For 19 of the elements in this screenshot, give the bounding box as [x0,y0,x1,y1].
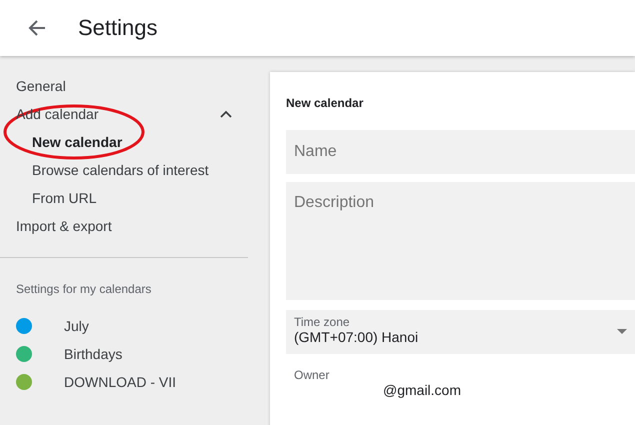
back-arrow-icon[interactable] [28,19,46,37]
nav-item[interactable]: Browse calendars of interest [0,156,248,184]
nav-item[interactable]: General [0,72,248,100]
dropdown-arrow-icon [617,329,627,334]
nav-item[interactable]: New calendar [0,128,248,156]
chevron-up-icon[interactable] [220,110,232,118]
owner-email: @gmail.com [383,382,462,398]
nav-item[interactable]: Import & export [0,212,248,240]
name-field[interactable]: Name [286,130,635,174]
calendar-item[interactable]: Birthdays [0,340,248,368]
description-field[interactable]: Description [286,182,635,300]
calendar-item[interactable]: July [0,312,248,340]
nav-item[interactable]: From URL [0,184,248,212]
page-title: Settings [78,15,158,41]
section-title: Settings for my calendars [15,281,152,298]
calendar-item[interactable]: DOWNLOAD - VII [0,368,248,396]
form-title: New calendar [286,96,364,110]
time-zone-select[interactable]: Time zone (GMT+07:00) Hanoi [286,310,635,354]
owner-label: Owner [294,368,330,382]
